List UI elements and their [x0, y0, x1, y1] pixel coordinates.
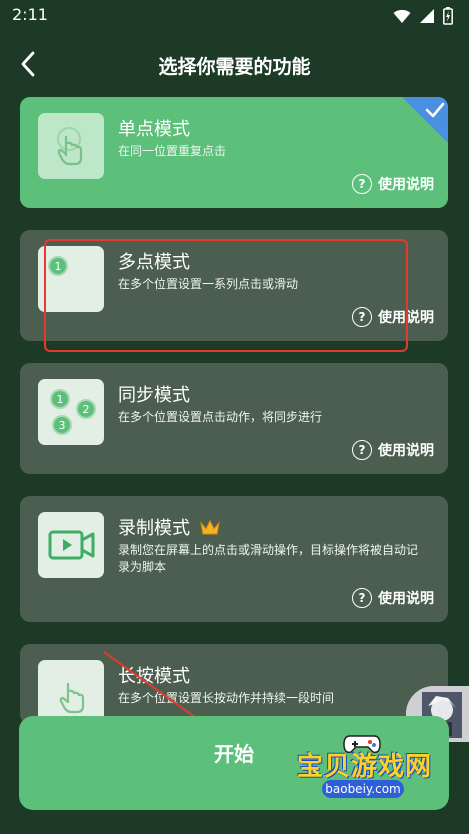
tap-hand-icon	[57, 127, 83, 166]
help-link[interactable]: ? 使用说明	[352, 588, 434, 608]
mode-name-text: 录制模式	[118, 518, 190, 539]
sync-points-icon: 1 2 3	[50, 389, 96, 435]
help-label: 使用说明	[378, 591, 434, 607]
question-icon: ?	[352, 174, 372, 194]
point-number: 3	[59, 419, 66, 432]
help-link[interactable]: ? 使用说明	[352, 174, 434, 194]
help-label: 使用说明	[378, 177, 434, 193]
signal-icon	[420, 9, 434, 23]
watermark-text: 宝贝游戏网	[297, 752, 433, 782]
record-thumbnail	[38, 512, 104, 578]
wifi-icon	[393, 9, 411, 23]
watermark-url: baobeiy.com	[322, 780, 404, 798]
question-icon: ?	[352, 440, 372, 460]
page-title: 选择你需要的功能	[158, 56, 311, 78]
mode-name: 同步模式	[118, 385, 190, 406]
status-bar: 2:11	[0, 0, 469, 34]
mode-card-record[interactable]: 录制模式 录制您在屏幕上的点击或滑动操作，目标操作将被自动记录为脚本 ? 使用说…	[20, 496, 448, 622]
single-tap-thumbnail	[38, 113, 104, 179]
mode-card-sync[interactable]: 1 2 3 同步模式 在多个位置设置点击动作，将同步进行 ? 使用说明	[20, 363, 448, 474]
selected-check-icon	[402, 97, 448, 143]
question-icon: ?	[352, 588, 372, 608]
status-icons	[393, 7, 453, 25]
mode-card-single[interactable]: 单点模式 在同一位置重复点击 ? 使用说明	[20, 97, 448, 208]
mode-name: 录制模式	[118, 514, 221, 540]
mode-name: 单点模式	[118, 119, 190, 140]
sync-thumbnail: 1 2 3	[38, 379, 104, 445]
header: 选择你需要的功能	[0, 40, 469, 90]
highlight-annotation	[44, 239, 408, 352]
video-camera-icon	[48, 530, 95, 560]
watermark-logo: 宝贝游戏网 baobeiy.com	[288, 732, 468, 834]
status-time: 2:11	[12, 5, 48, 24]
help-link[interactable]: ? 使用说明	[352, 440, 434, 460]
mode-description: 在同一位置重复点击	[118, 144, 227, 158]
point-number: 2	[83, 403, 90, 416]
point-number: 1	[57, 393, 64, 406]
long-press-thumbnail	[38, 660, 104, 724]
mode-description: 录制您在屏幕上的点击或滑动操作，目标操作将被自动记录为脚本	[118, 543, 419, 574]
mode-description: 在多个位置设置点击动作，将同步进行	[118, 410, 323, 424]
help-label: 使用说明	[378, 443, 434, 459]
crown-icon	[199, 519, 220, 535]
long-press-hand-icon	[59, 682, 85, 714]
battery-icon	[443, 7, 453, 25]
